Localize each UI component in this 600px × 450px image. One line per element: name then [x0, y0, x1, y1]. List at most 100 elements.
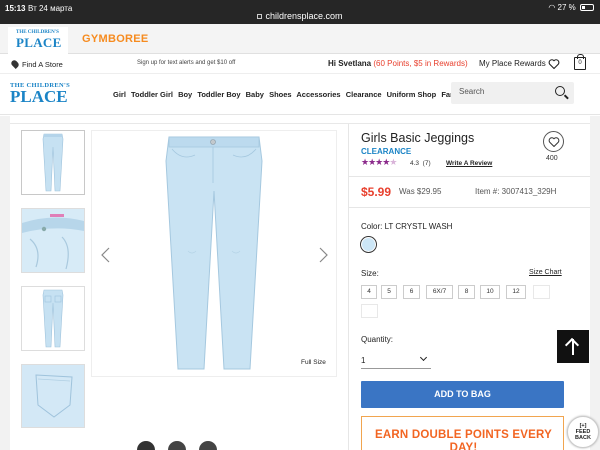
detail-column-divider — [348, 124, 349, 450]
greeting-name: Hi Svetlana — [328, 59, 372, 68]
nav-link-girl[interactable]: Girl — [113, 90, 126, 99]
nav-link-uniform-shop[interactable]: Uniform Shop — [387, 90, 437, 99]
jeans-back-thumbnail-image — [42, 289, 64, 348]
size-option[interactable]: 8 — [458, 285, 475, 299]
size-option-unavailable — [361, 304, 378, 318]
size-option[interactable]: 6 — [403, 285, 420, 299]
previous-image-arrow-icon[interactable] — [101, 247, 110, 263]
battery-percent: 27 % — [557, 3, 576, 12]
review-count: (7) — [422, 160, 431, 167]
site-logo[interactable]: THE CHILDREN'S PLACE — [10, 82, 70, 105]
nav-link-accessories[interactable]: Accessories — [296, 90, 340, 99]
thumbnail-pocket[interactable] — [21, 364, 85, 428]
size-option[interactable]: 4 — [361, 285, 377, 299]
jeans-waistband-thumbnail-image — [22, 209, 84, 272]
rating-summary: 4.3 (7) — [410, 160, 431, 167]
rating-value: 4.3 — [410, 160, 420, 167]
add-to-bag-button[interactable]: ADD TO BAG — [361, 381, 564, 408]
text-alert-promo-link[interactable]: Sign up for text alerts and get $10 off — [137, 60, 235, 66]
size-option[interactable]: 5 — [381, 285, 397, 299]
battery-icon — [580, 4, 594, 11]
my-place-rewards-link[interactable]: My Place Rewards — [479, 59, 546, 68]
jeans-pocket-thumbnail-image — [22, 365, 84, 427]
chevron-down-icon — [419, 353, 428, 362]
favorite-button[interactable] — [543, 131, 564, 152]
favorite-count: 400 — [546, 155, 558, 162]
size-option-unavailable — [533, 285, 550, 299]
location-pin-icon — [10, 59, 20, 69]
rating-stars: ★★★★★ — [361, 157, 397, 168]
tab-gymboree[interactable]: GYMBOREE — [82, 33, 149, 45]
quantity-label: Quantity: — [361, 335, 394, 344]
arrow-up-icon — [564, 337, 580, 353]
size-option[interactable]: 12 — [506, 285, 526, 299]
size-option[interactable]: 6X/7 — [426, 285, 453, 299]
tab-childrens-place[interactable]: THE CHILDREN'S PLACE — [8, 27, 68, 54]
double-points-banner: EARN DOUBLE POINTS EVERY DAY! — [361, 416, 564, 450]
thumbnail-front[interactable] — [21, 130, 85, 195]
double-points-line1: EARN DOUBLE POINTS EVERY — [375, 429, 552, 441]
stars-filled: ★★★★★ — [361, 157, 397, 167]
share-facebook-icon[interactable] — [168, 441, 186, 450]
double-points-text: EARN DOUBLE POINTS EVERY DAY! — [362, 429, 563, 450]
next-image-arrow-icon[interactable] — [319, 247, 328, 263]
size-label: Size: — [361, 269, 379, 278]
favorites-heart-icon[interactable] — [548, 58, 560, 70]
color-swatch-lt-crystl-wash[interactable] — [361, 237, 376, 252]
sale-price: $5.99 — [361, 185, 392, 199]
divider-price-top — [349, 176, 590, 177]
thumbnail-waistband[interactable] — [21, 208, 85, 273]
double-points-line2: DAY! — [449, 442, 478, 450]
brand-tab-bar: THE CHILDREN'S PLACE GYMBOREE — [0, 24, 600, 54]
page-gutter-left — [0, 116, 10, 450]
nav-link-toddler-girl[interactable]: Toddler Girl — [131, 90, 173, 99]
battery-fill — [582, 6, 585, 9]
search-input[interactable] — [459, 87, 549, 96]
nav-link-boy[interactable]: Boy — [178, 90, 192, 99]
search-icon[interactable] — [555, 86, 565, 96]
rating-star: ★ — [389, 157, 397, 167]
nav-link-clearance[interactable]: Clearance — [346, 90, 382, 99]
size-option[interactable]: 10 — [480, 285, 500, 299]
favorite-heart-icon — [548, 137, 560, 147]
lock-icon — [257, 14, 263, 19]
full-size-link[interactable]: Full Size — [301, 359, 326, 366]
tcp-tab-logo-line2: PLACE — [16, 35, 62, 50]
thumbnail-back[interactable] — [21, 286, 85, 351]
shopping-bag-icon[interactable]: 0 — [574, 54, 586, 70]
bag-count: 0 — [578, 60, 582, 66]
address-bar[interactable]: childrensplace.com — [0, 11, 600, 21]
nav-link-toddler-boy[interactable]: Toddler Boy — [197, 90, 240, 99]
share-twitter-icon[interactable] — [137, 441, 155, 450]
nav-link-baby[interactable]: Baby — [246, 90, 264, 99]
find-store-link[interactable]: Find A Store — [22, 60, 63, 69]
account-greeting[interactable]: Hi Svetlana (60 Points, $5 in Rewards) — [328, 59, 468, 68]
item-number: Item #: 3007413_329H — [475, 187, 557, 196]
address-url: childrensplace.com — [265, 11, 343, 21]
jeggings-main-image — [165, 136, 263, 370]
write-review-link[interactable]: Write A Review — [446, 160, 492, 167]
utility-bar: Find A Store Sign up for text alerts and… — [0, 54, 600, 74]
ios-status-bar: 15:13 Вт 24 марта childrensplace.com ◠ 2… — [0, 0, 600, 24]
product-title: Girls Basic Jeggings — [361, 131, 475, 145]
feedback-button[interactable]: [+] FEED BACK — [567, 416, 599, 448]
was-price: Was $29.95 — [399, 187, 442, 196]
logo-line2: PLACE — [10, 87, 68, 106]
content-divider — [10, 123, 590, 124]
quantity-value: 1 — [361, 356, 366, 365]
size-chart-link[interactable]: Size Chart — [529, 269, 562, 276]
status-right: ◠ 27 % — [548, 3, 594, 12]
quantity-select[interactable]: 1 — [361, 352, 431, 369]
feedback-label-line2: BACK — [575, 435, 591, 441]
nav-link-shoes[interactable]: Shoes — [269, 90, 292, 99]
main-product-image[interactable]: Full Size — [91, 130, 337, 377]
color-label: Color: LT CRYSTL WASH — [361, 222, 453, 231]
category-links: Girl Toddler Girl Boy Toddler Boy Baby S… — [113, 90, 494, 99]
jeans-front-thumbnail-image — [42, 133, 64, 192]
clearance-badge: CLEARANCE — [361, 147, 412, 156]
divider-price-bottom — [349, 207, 590, 208]
search-box — [451, 82, 574, 104]
back-to-top-button[interactable] — [557, 330, 589, 363]
page-gutter-right — [590, 116, 600, 450]
share-pinterest-icon[interactable] — [199, 441, 217, 450]
